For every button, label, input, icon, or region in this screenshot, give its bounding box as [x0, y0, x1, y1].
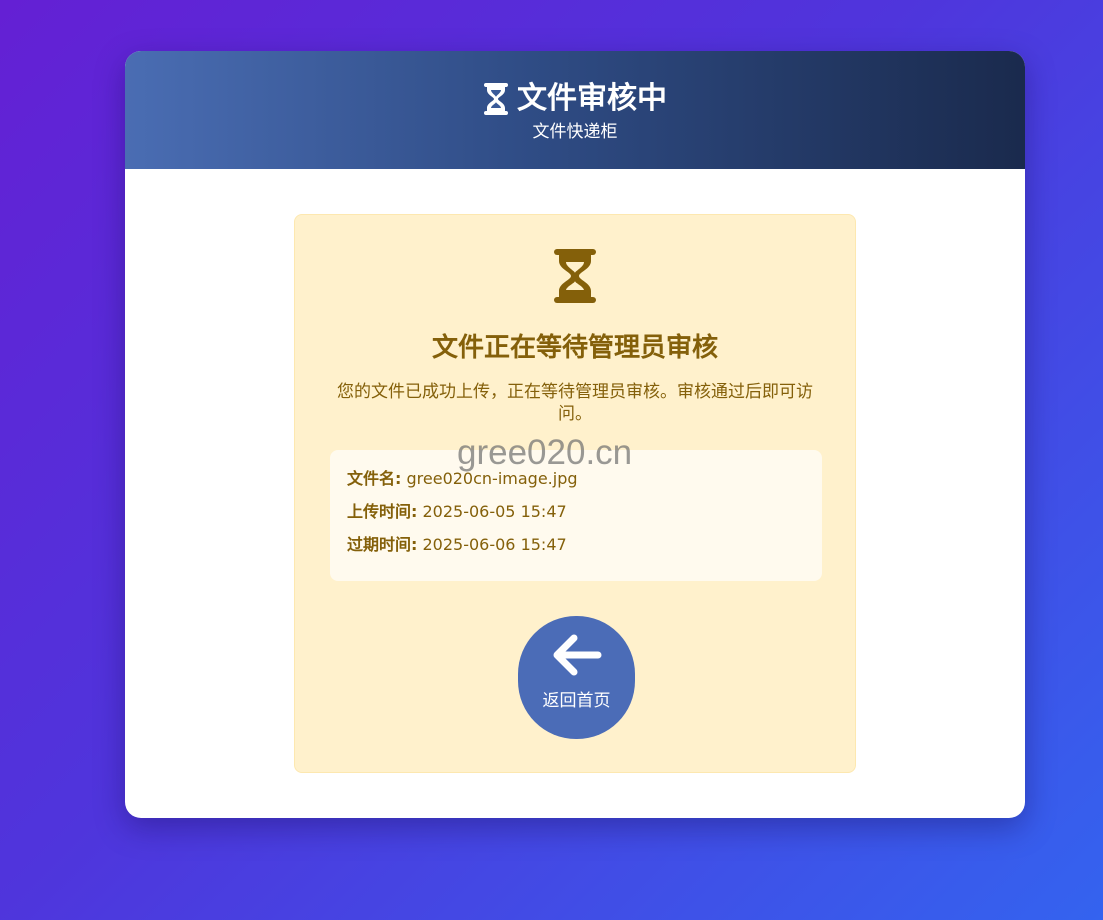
- card-header: 文件审核中 文件快递柜: [125, 51, 1025, 169]
- back-home-button[interactable]: 返回首页: [518, 616, 635, 739]
- hourglass-icon: [554, 249, 596, 307]
- expire-time-row: 过期时间: 2025-06-06 15:47: [347, 534, 805, 556]
- file-info-panel: 文件名: gree020cn-image.jpg 上传时间: 2025-06-0…: [330, 450, 822, 581]
- status-description: 您的文件已成功上传，正在等待管理员审核。审核通过后即可访问。: [337, 382, 813, 424]
- expire-time-label: 过期时间:: [347, 535, 418, 554]
- status-title: 文件正在等待管理员审核: [431, 333, 718, 363]
- filename-label: 文件名:: [347, 469, 402, 488]
- expire-time-value: 2025-06-06 15:47: [422, 535, 567, 554]
- filename-row: 文件名: gree020cn-image.jpg: [347, 468, 805, 490]
- pending-review-box: 文件正在等待管理员审核 您的文件已成功上传，正在等待管理员审核。审核通过后即可访…: [294, 214, 856, 773]
- upload-time-value: 2025-06-05 15:47: [422, 502, 567, 521]
- hourglass-icon: [483, 82, 509, 116]
- page-title: 文件审核中: [483, 80, 667, 118]
- upload-time-row: 上传时间: 2025-06-05 15:47: [347, 501, 805, 523]
- header-title-text: 文件审核中: [517, 80, 667, 116]
- filename-value: gree020cn-image.jpg: [406, 469, 578, 488]
- back-home-label: 返回首页: [542, 691, 611, 711]
- upload-time-label: 上传时间:: [347, 502, 418, 521]
- header-subtitle: 文件快递柜: [532, 121, 618, 142]
- status-card: 文件审核中 文件快递柜 文件正在等待管理员审核 您的文件已成功上传，正在等待管理…: [125, 51, 1025, 818]
- arrow-left-icon: [552, 616, 602, 676]
